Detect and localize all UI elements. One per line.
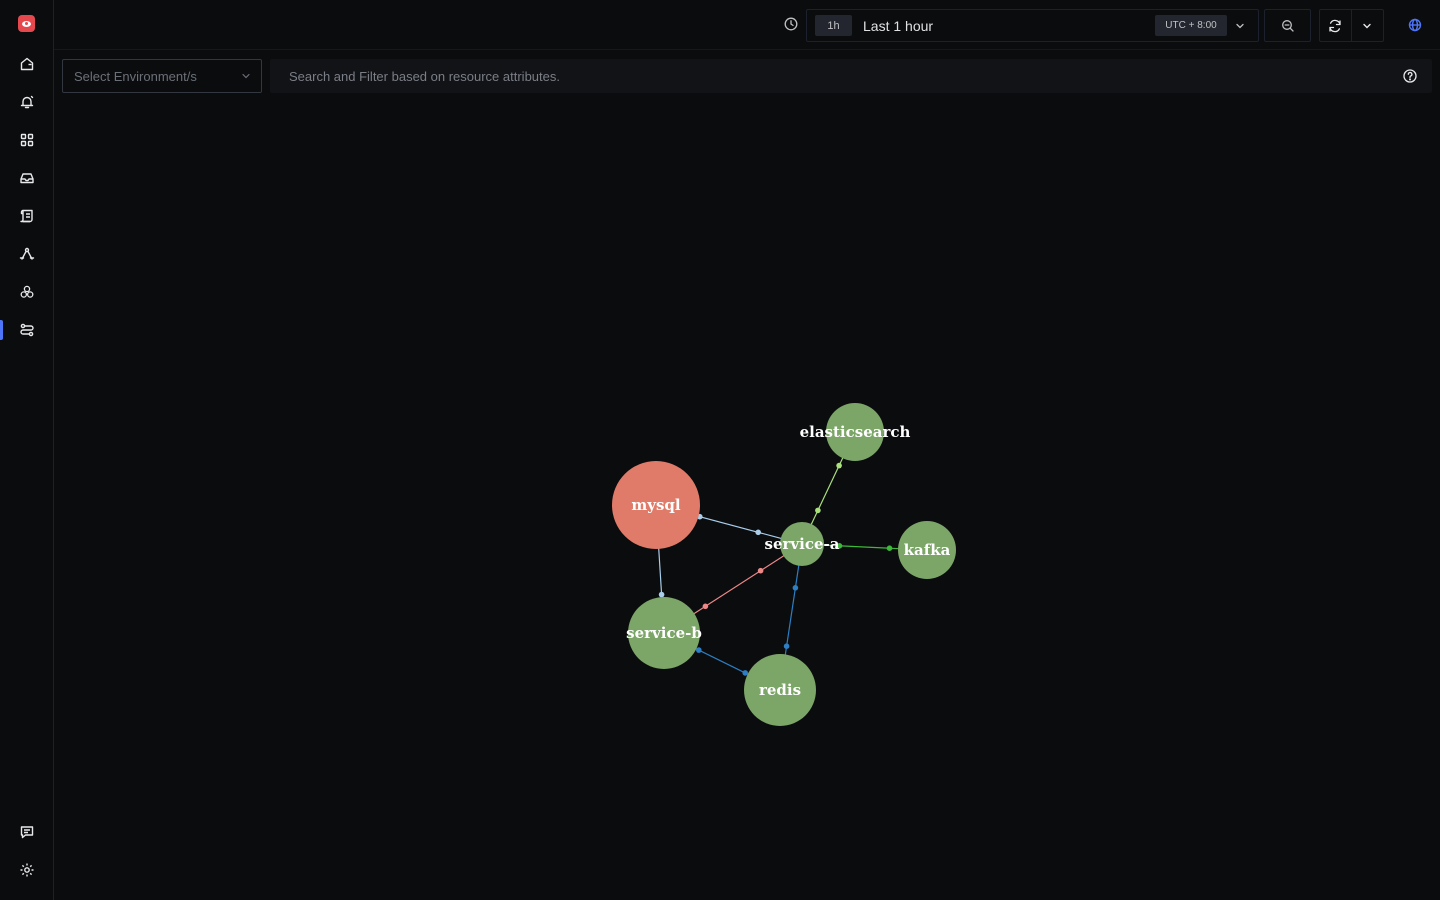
sidebar-item-traces[interactable] (0, 239, 54, 269)
time-range-picker[interactable]: 1h Last 1 hour UTC + 8:00 (806, 9, 1259, 42)
node-label: service-b (626, 624, 702, 642)
node-label: kafka (904, 541, 951, 559)
edge-particle (792, 585, 799, 591)
node-service-a[interactable]: service-a (765, 522, 840, 566)
refresh-button[interactable] (1320, 10, 1352, 41)
node-label: elasticsearch (800, 423, 911, 441)
help-icon[interactable] (1402, 68, 1418, 84)
sidebar-item-services[interactable] (0, 277, 54, 307)
top-bar: 1h Last 1 hour UTC + 8:00 (54, 0, 1440, 50)
globe-icon[interactable] (1407, 17, 1423, 33)
sidebar-item-service-map[interactable] (0, 315, 54, 345)
node-label: mysql (631, 496, 681, 514)
sidebar (0, 0, 54, 900)
edge-particle (755, 529, 761, 536)
traces-icon (19, 247, 35, 260)
sidebar-item-support[interactable] (0, 817, 54, 847)
zoom-out-icon (1281, 19, 1294, 32)
sidebar-item-settings[interactable] (0, 855, 54, 885)
chevron-down-icon (242, 73, 250, 79)
search-input[interactable] (270, 59, 1390, 93)
dashboard-grid-icon (20, 133, 34, 147)
refresh-interval-dropdown[interactable] (1352, 10, 1383, 41)
refresh-icon (1329, 19, 1341, 32)
refresh-button-group (1319, 9, 1384, 42)
node-redis[interactable]: redis (744, 654, 816, 726)
node-elasticsearch[interactable]: elasticsearch (800, 403, 911, 461)
sidebar-item-logs[interactable] (0, 201, 54, 231)
chevron-down-icon (1363, 23, 1371, 28)
node-kafka[interactable]: kafka (898, 521, 956, 579)
environment-select[interactable]: Select Environment/s (62, 59, 262, 93)
resource-attribute-search (270, 59, 1432, 93)
sidebar-item-alerts[interactable] (0, 87, 54, 117)
sidebar-item-dashboards[interactable] (0, 125, 54, 155)
chat-support-icon (20, 826, 34, 839)
node-label: redis (759, 681, 801, 699)
time-range-short: 1h (815, 15, 852, 36)
edge-particle (815, 507, 821, 514)
home-icon (20, 57, 34, 71)
environment-placeholder: Select Environment/s (74, 69, 197, 84)
edge-particle (742, 670, 748, 676)
inbox-icon (20, 173, 34, 184)
edge-particle (836, 462, 842, 469)
edge-particle (696, 647, 702, 653)
service-map-icon (20, 323, 34, 337)
signoz-logo-icon[interactable] (18, 15, 35, 32)
sidebar-item-home[interactable] (0, 49, 54, 79)
edge-particle (886, 545, 893, 551)
edge-particle (702, 603, 709, 610)
node-label: service-a (765, 535, 840, 553)
services-hexagon-icon (20, 285, 34, 298)
edge-particle (658, 591, 665, 598)
settings-gear-icon (20, 863, 34, 877)
timezone-badge[interactable]: UTC + 8:00 (1155, 15, 1227, 36)
sidebar-item-infra[interactable] (0, 163, 54, 193)
edge-particle (757, 567, 764, 574)
time-range-label: Last 1 hour (863, 18, 934, 34)
zoom-out-button[interactable] (1264, 9, 1311, 42)
chevron-down-icon[interactable] (1232, 18, 1248, 34)
scroll-logs-icon (20, 209, 33, 223)
node-mysql[interactable]: mysql (612, 461, 700, 549)
node-service-b[interactable]: service-b (626, 597, 702, 669)
clock-icon (784, 17, 798, 31)
service-map-graph[interactable]: elasticsearch mysql service-a kafka service-… (54, 100, 1440, 900)
edge-particle (783, 643, 790, 649)
bell-alerts-icon (20, 95, 34, 109)
